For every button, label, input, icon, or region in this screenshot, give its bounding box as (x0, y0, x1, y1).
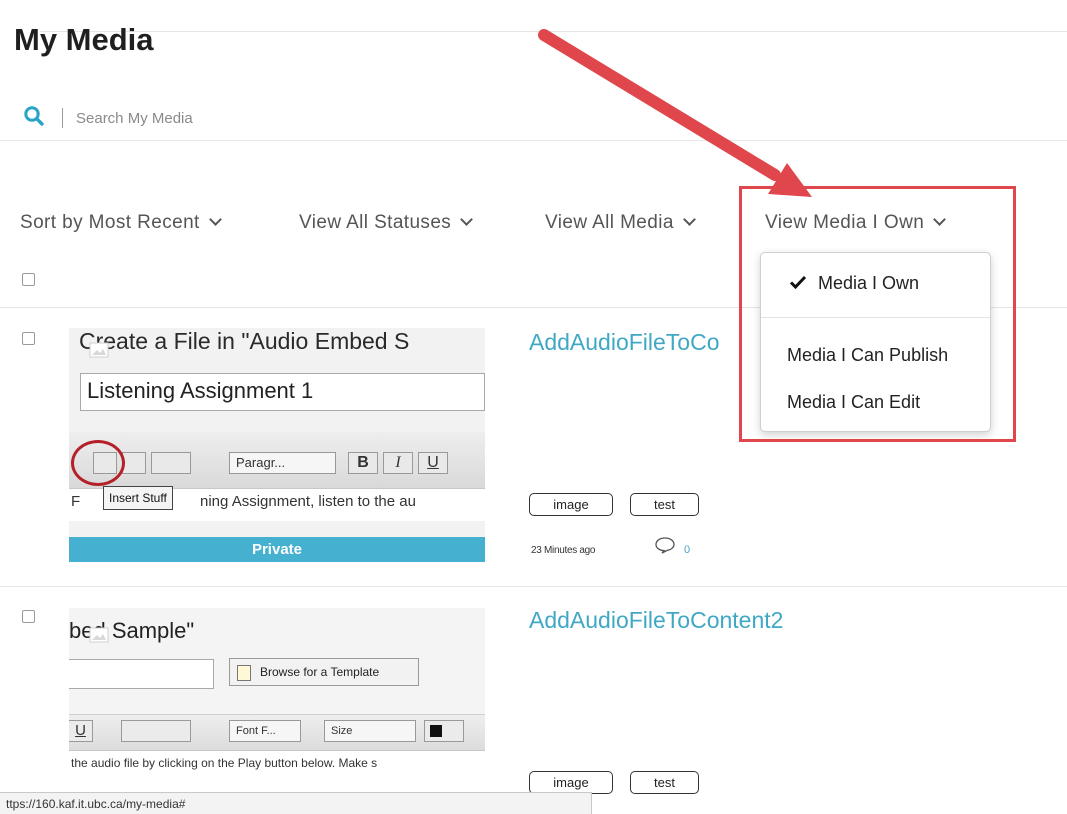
chevron-down-icon (208, 213, 222, 226)
broken-image-icon (89, 627, 109, 643)
comment-count[interactable]: 0 (684, 544, 690, 556)
thumbnail-template-button: Browse for a Template (229, 658, 419, 686)
status-filter-label: View All Statuses (299, 212, 452, 233)
comment-icon[interactable] (654, 536, 676, 554)
entry-checkbox[interactable] (22, 332, 35, 345)
page-title: My Media (14, 22, 154, 57)
media-type-filter-label: View All Media (545, 212, 674, 233)
sort-dropdown-label: Sort by Most Recent (20, 212, 200, 233)
thumbnail-field-value: Listening Assignment 1 (87, 378, 314, 403)
thumbnail-format-dropdown: Paragr... (229, 452, 336, 474)
thumbnail-link-button (151, 452, 191, 474)
tag-image[interactable]: image (529, 493, 613, 516)
tag-test[interactable]: test (630, 771, 699, 794)
divider (0, 140, 1067, 141)
media-type-filter-dropdown[interactable]: View All Media (545, 212, 696, 234)
thumbnail-body-prefix: F (71, 493, 81, 510)
thumbnail-tooltip: Insert Stuff (103, 486, 173, 510)
tag-test[interactable]: test (630, 493, 699, 516)
thumbnail-heading: Create a File in "Audio Embed S (79, 328, 410, 354)
browser-status-bar: ttps://160.kaf.it.ubc.ca/my-media# (0, 792, 592, 814)
thumbnail-color-button (424, 720, 464, 742)
entry-timestamp: 23 Minutes ago (531, 545, 596, 556)
thumbnail-size-dropdown: Size (324, 720, 416, 742)
search-input[interactable] (76, 106, 476, 130)
chevron-down-icon (460, 213, 474, 226)
media-title-link[interactable]: AddAudioFileToCo (529, 329, 720, 356)
entry-checkbox[interactable] (22, 610, 35, 623)
divider (0, 586, 1067, 587)
thumbnail-bold-button: B (348, 452, 378, 474)
chevron-down-icon (682, 213, 696, 226)
annotation-highlight-box (739, 186, 1016, 442)
top-divider (40, 31, 1067, 32)
private-status-bar: Private (69, 537, 485, 562)
sort-dropdown[interactable]: Sort by Most Recent (20, 212, 222, 234)
select-all-checkbox[interactable] (22, 273, 35, 286)
thumbnail-highlight-circle (71, 440, 125, 486)
media-title-link[interactable]: AddAudioFileToContent2 (529, 607, 783, 634)
thumbnail-underline-button: U (69, 720, 93, 742)
search-separator (62, 108, 63, 128)
thumbnail-underline-button: U (418, 452, 448, 474)
thumbnail-image-button (122, 452, 146, 474)
thumbnail-italic-button: I (383, 452, 413, 474)
search-icon[interactable] (23, 105, 45, 127)
thumbnail-font-dropdown: Font F... (229, 720, 301, 742)
status-filter-dropdown[interactable]: View All Statuses (299, 212, 474, 234)
broken-image-icon (89, 342, 109, 358)
template-page-icon (237, 665, 251, 681)
thumbnail-heading: bed Sample" (69, 618, 195, 643)
media-thumbnail[interactable]: Create a File in "Audio Embed S Listenin… (69, 328, 485, 562)
thumbnail-body-text: ning Assignment, listen to the au (200, 493, 416, 510)
thumbnail-indent-buttons (121, 720, 191, 742)
thumbnail-body-text: the audio file by clicking on the Play b… (71, 756, 378, 770)
tag-image[interactable]: image (529, 771, 613, 794)
media-thumbnail[interactable]: bed Sample" Browse for a Template U Font… (69, 608, 485, 794)
